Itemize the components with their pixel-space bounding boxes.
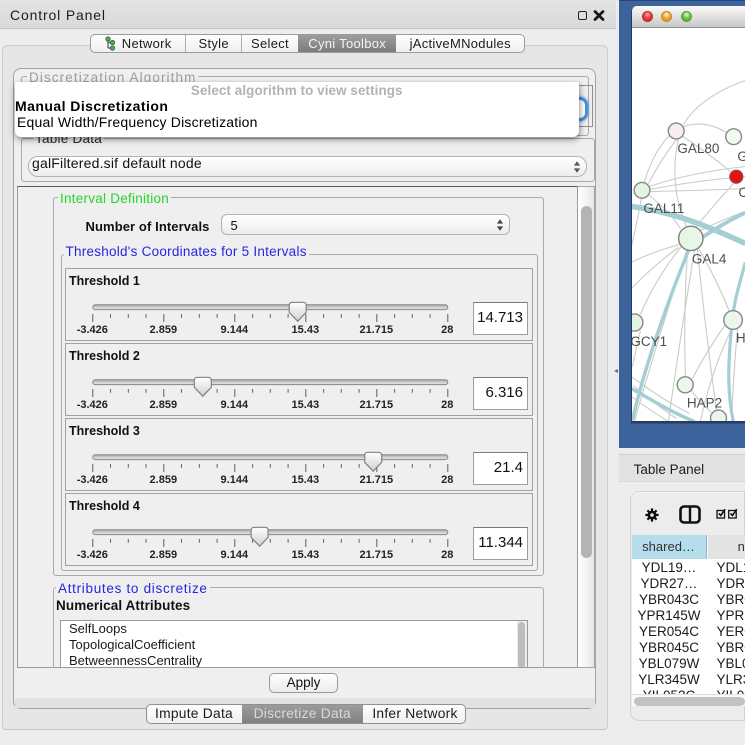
svg-text:GCY1: GCY1 <box>632 334 667 349</box>
svg-text:GAL80: GAL80 <box>677 141 719 156</box>
svg-text:GA: GA <box>737 149 745 164</box>
svg-text:H: H <box>735 330 745 345</box>
svg-text:HAP2: HAP2 <box>686 395 721 410</box>
svg-text:GAL11: GAL11 <box>643 201 684 216</box>
svg-text:GAL4: GAL4 <box>691 251 726 266</box>
svg-text:C: C <box>738 185 745 200</box>
